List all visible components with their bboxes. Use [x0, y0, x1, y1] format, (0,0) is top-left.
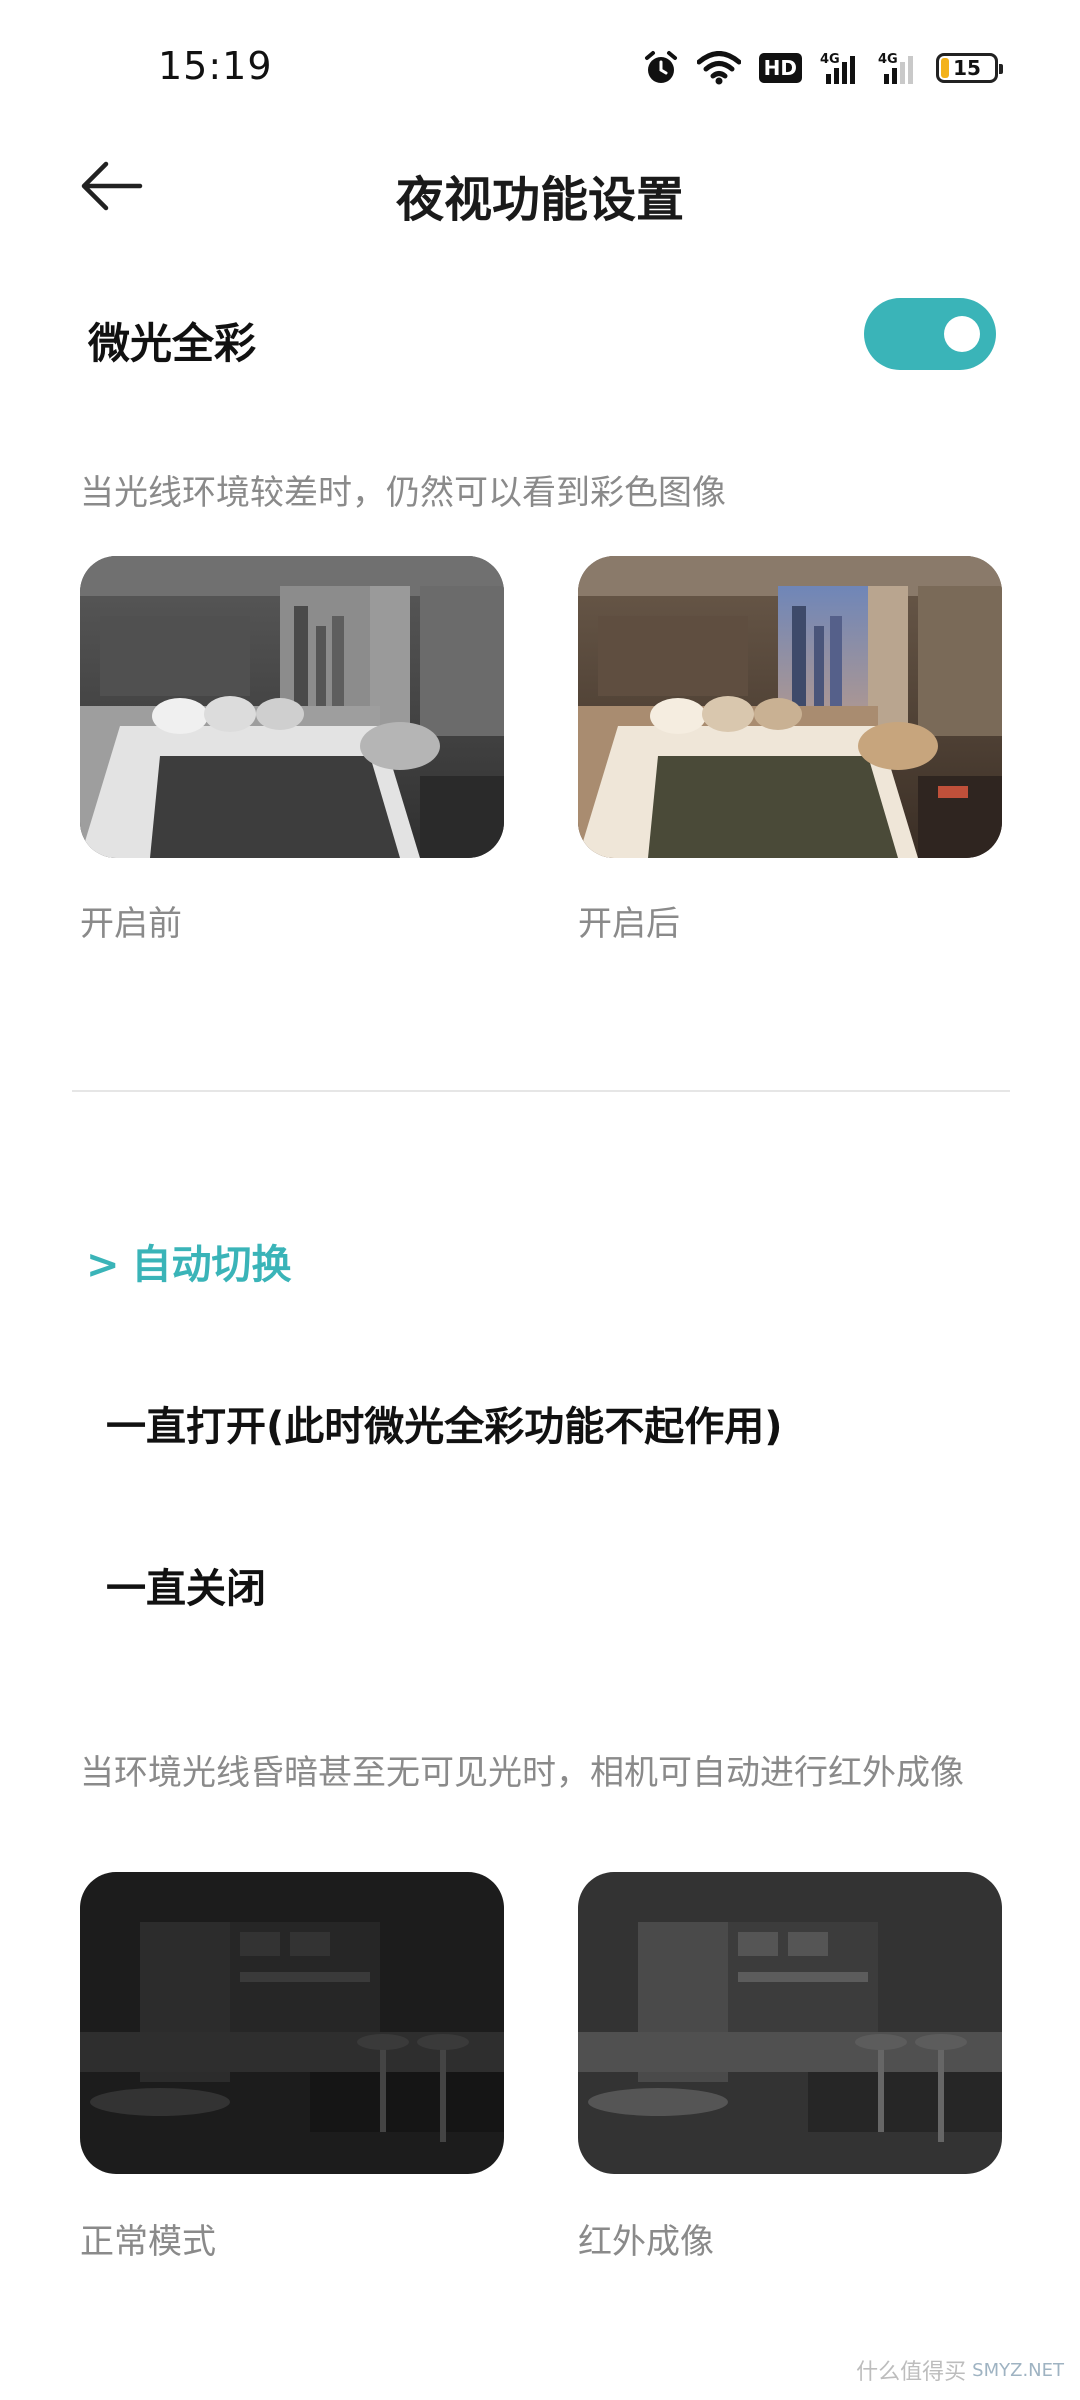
- option-label: 一直关闭: [106, 1566, 266, 1612]
- wifi-icon: [696, 51, 741, 85]
- low-light-color-toggle[interactable]: [864, 298, 996, 370]
- watermark-text: 什么值得买: [856, 2360, 967, 2385]
- watermark: 什么值得买 SMYZ.NET: [856, 2354, 1064, 2386]
- option-label: 一直打开(此时微光全彩功能不起作用): [106, 1404, 783, 1450]
- watermark-sub: SMYZ.NET: [972, 2359, 1064, 2381]
- infrared-image: [578, 1872, 1002, 2174]
- battery-level: 15: [953, 56, 981, 80]
- low-light-description: 当光线环境较差时，仍然可以看到彩色图像: [80, 473, 726, 513]
- after-caption: 开启后: [578, 904, 680, 944]
- before-caption: 开启前: [80, 904, 182, 944]
- infrared-description: 当环境光线昏暗甚至无可见光时，相机可自动进行红外成像: [80, 1753, 964, 1793]
- status-icons: HD 4G 4G 15: [643, 44, 1003, 92]
- battery-fill: [941, 58, 949, 78]
- svg-text:4G: 4G: [820, 52, 840, 67]
- signal-4g-icon: 4G: [820, 50, 860, 86]
- option-label: 自动切换: [131, 1242, 292, 1288]
- option-auto-switch[interactable]: > 自动切换: [86, 1232, 292, 1290]
- svg-text:4G: 4G: [878, 52, 898, 67]
- after-preview-image: [578, 556, 1002, 858]
- alarm-icon: [643, 50, 679, 86]
- normal-mode-caption: 正常模式: [80, 2222, 216, 2262]
- low-light-color-label: 微光全彩: [88, 319, 257, 368]
- hd-icon: HD: [758, 53, 802, 83]
- page-title: 夜视功能设置: [395, 172, 684, 228]
- battery-icon: 15: [936, 53, 1003, 83]
- selected-chevron-icon: >: [86, 1242, 120, 1288]
- status-time: 15:19: [158, 44, 273, 88]
- option-always-on[interactable]: 一直打开(此时微光全彩功能不起作用): [106, 1394, 783, 1452]
- option-always-off[interactable]: 一直关闭: [106, 1556, 266, 1614]
- signal-4g-icon: 4G: [878, 50, 918, 86]
- infrared-caption: 红外成像: [578, 2222, 714, 2262]
- toggle-knob: [944, 316, 980, 352]
- section-divider: [72, 1090, 1010, 1092]
- normal-mode-image: [80, 1872, 504, 2174]
- before-preview-image: [80, 556, 504, 858]
